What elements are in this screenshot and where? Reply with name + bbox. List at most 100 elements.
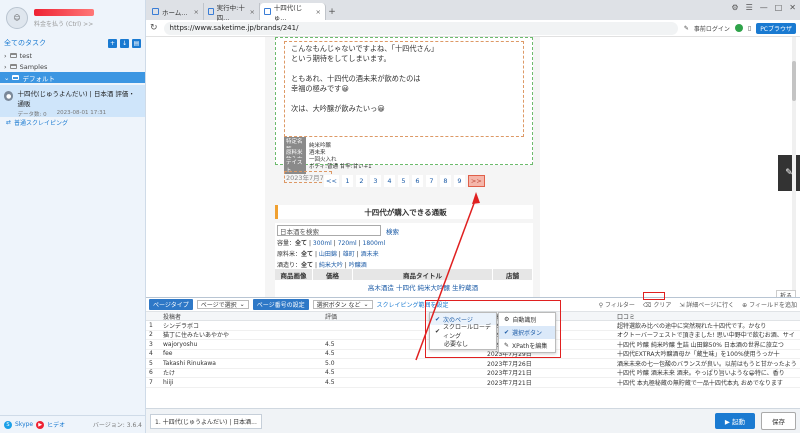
cell-author: 猫丁に住みたいあやかや (163, 332, 230, 339)
pager-page[interactable]: 3 (369, 175, 381, 187)
filter-link[interactable]: 300ml (313, 240, 332, 247)
filter-button[interactable]: ⚲ フィルター (599, 300, 635, 309)
pager-next-button[interactable]: >> (467, 175, 485, 187)
pager-page[interactable]: 8 (439, 175, 451, 187)
new-tab-button[interactable]: + (326, 3, 338, 20)
filter-link[interactable]: 雄町 (343, 251, 355, 258)
minimize-icon[interactable]: — (760, 3, 768, 12)
all-tasks-label[interactable]: 全てのタスク (4, 38, 46, 48)
paging-select[interactable]: 選択ボタン など ⌄ (312, 300, 373, 309)
clear-button[interactable]: ⌫ クリア (643, 300, 671, 309)
paging-setting-button[interactable]: ページ番号の設定 (252, 299, 309, 310)
refresh-icon[interactable]: ↻ (150, 23, 158, 33)
cell-author: シンデラボコ (163, 322, 200, 330)
pager-page[interactable]: 1 (341, 175, 353, 187)
maximize-icon[interactable]: □ (775, 3, 783, 12)
pager-first[interactable]: << (324, 175, 339, 187)
save-button[interactable]: 保存 (761, 412, 796, 430)
new-folder-icon[interactable]: + (108, 38, 117, 48)
close-window-icon[interactable]: ✕ (789, 3, 796, 12)
pager-page[interactable]: 2 (355, 175, 367, 187)
skype-icon[interactable]: S (4, 420, 12, 429)
menu-icon[interactable]: ☰ (746, 3, 753, 12)
shop-filters: 日本酒を検索 検索 容量：全て | 300ml | 720ml | 1800ml… (275, 223, 533, 271)
filter-link[interactable]: 1800ml (363, 240, 386, 247)
chevron-down-icon: ⌄ (363, 301, 369, 308)
filter-row-volume: 容量：全て | 300ml | 720ml | 1800ml (277, 240, 386, 247)
pager-page[interactable]: 7 (425, 175, 437, 187)
start-button[interactable]: ▶ 起動 (714, 413, 755, 429)
mobile-icon[interactable]: ▯ (748, 25, 751, 32)
pager-page[interactable]: 4 (383, 175, 395, 187)
tab-running[interactable]: 実行中:十四... × (204, 3, 260, 22)
task-card[interactable]: ● 十四代(じゅうよんだい) | 日本酒 評価・通販 データ数: 0 2023-… (0, 85, 145, 118)
pager-page[interactable]: 6 (411, 175, 423, 187)
close-icon[interactable]: × (194, 8, 199, 16)
tab-home[interactable]: ホーム... × (148, 3, 204, 20)
pager-page[interactable]: 5 (397, 175, 409, 187)
col-title: 商品タイトル (353, 269, 493, 280)
table-row: 7 hiiji 4.5 2023年7月21日 十四代 本丸極秘蔵の無貯蔵で一品十四代本丸… (146, 378, 800, 388)
row-index: 3 (149, 340, 153, 348)
table-row: 5 Takashi Rinukawa 5.0 2023年7月26日 酒米未来の七一包酸の… (146, 359, 800, 369)
settings-icon[interactable]: ⚙ (731, 3, 738, 12)
page-scrollbar[interactable] (792, 37, 796, 297)
post-line (291, 64, 517, 74)
floating-widget-icon[interactable]: ✎ (778, 155, 800, 191)
header-review[interactable]: 口コミ (614, 312, 800, 321)
username-redacted (34, 8, 94, 16)
close-icon[interactable]: × (316, 8, 321, 16)
page-icon (152, 8, 159, 15)
task-tab[interactable]: 1. 十四代(じゅうよんだい) | 日本酒... (150, 413, 262, 429)
tab-label: ホーム... (162, 8, 188, 17)
page-type-button[interactable]: ページタイプ (149, 299, 193, 310)
upgrade-link[interactable]: 料金を払う (Ctrl) >> (34, 19, 94, 28)
skype-link[interactable]: Skype (15, 421, 33, 428)
avatar[interactable]: ☺ (6, 7, 28, 29)
cell-review: 十四代 本丸極秘蔵の無貯蔵で一品十四代本丸 おめでなります (617, 379, 783, 387)
cell-time: 2023年7月21日 (487, 379, 532, 387)
filter-link[interactable]: 純米大吟 (319, 262, 343, 269)
tree-item-default[interactable]: ⌄ デフォルト (0, 72, 145, 83)
collapse-button[interactable]: 折る (775, 290, 796, 297)
pager-page[interactable]: 9 (453, 175, 465, 187)
post-line: こんなもんじゃないですよね、「十四代さん」 (291, 44, 439, 53)
caret-icon: › (4, 62, 7, 71)
pc-browser-button[interactable]: PCブラウザ (756, 22, 796, 34)
page-icon (208, 8, 214, 15)
pre-login-button[interactable]: 事前ログイン (694, 24, 730, 33)
scrape-mode-link[interactable]: ⇄ 普通スクレイピング (0, 117, 145, 127)
tree-item-test[interactable]: › test (0, 50, 145, 61)
url-input[interactable]: https://www.saketime.jp/brands/241/ (163, 21, 678, 35)
cell-author: fee (163, 350, 173, 358)
close-icon[interactable]: × (250, 8, 255, 16)
new-task-icon[interactable]: ▤ (132, 38, 141, 48)
filter-link[interactable]: 山田錦 (319, 251, 337, 258)
add-field-button[interactable]: ⊕ フィールドを追加 (742, 300, 797, 309)
cell-review: 超特選飲み比べの途中に突然現れた十四代です。かなり (617, 322, 767, 330)
filter-link[interactable]: 吟醸酒 (349, 262, 367, 269)
product-title-link[interactable]: 高木酒造 十四代 純米大吟醸 生貯蔵酒 (353, 280, 493, 294)
scrape-mode-label: 普通スクレイピング (14, 119, 69, 127)
tree-item-samples[interactable]: › Samples (0, 61, 145, 72)
tutorial-link[interactable]: ヒデオ (47, 420, 65, 429)
edit-icon[interactable]: ✎ (684, 25, 689, 32)
search-button[interactable]: 検索 (386, 226, 399, 236)
tab-jushidai[interactable]: 十四代(じゅ... × (260, 3, 326, 22)
shop-section-title: 十四代が購入できる通販 (275, 205, 533, 219)
page-type-select[interactable]: ページで選択 ⌄ (196, 300, 249, 309)
video-icon[interactable]: ▶ (36, 420, 45, 429)
filter-link[interactable]: 酒未来 (361, 251, 379, 258)
table-row: 6 たけ 4.5 2023年7月21日 十四代 吟醸 酒米未来 酒来。やっぱり旨いような… (146, 369, 800, 378)
folder-icon (12, 75, 20, 80)
detail-page-button[interactable]: ⇲ 詳細ページに行く (679, 300, 734, 309)
row-index: 6 (149, 369, 153, 377)
filter-link[interactable]: 720ml (338, 240, 357, 247)
caret-icon: › (4, 51, 7, 60)
tab-label: 十四代(じゅ... (273, 3, 303, 22)
import-icon[interactable]: ↓ (120, 38, 129, 48)
header-author[interactable]: 投稿者 (160, 312, 322, 321)
sake-search-input[interactable]: 日本酒を検索 (277, 225, 381, 236)
post-line: 幸福の極みです😀 (291, 84, 349, 93)
col-price: 価格 (313, 269, 353, 280)
